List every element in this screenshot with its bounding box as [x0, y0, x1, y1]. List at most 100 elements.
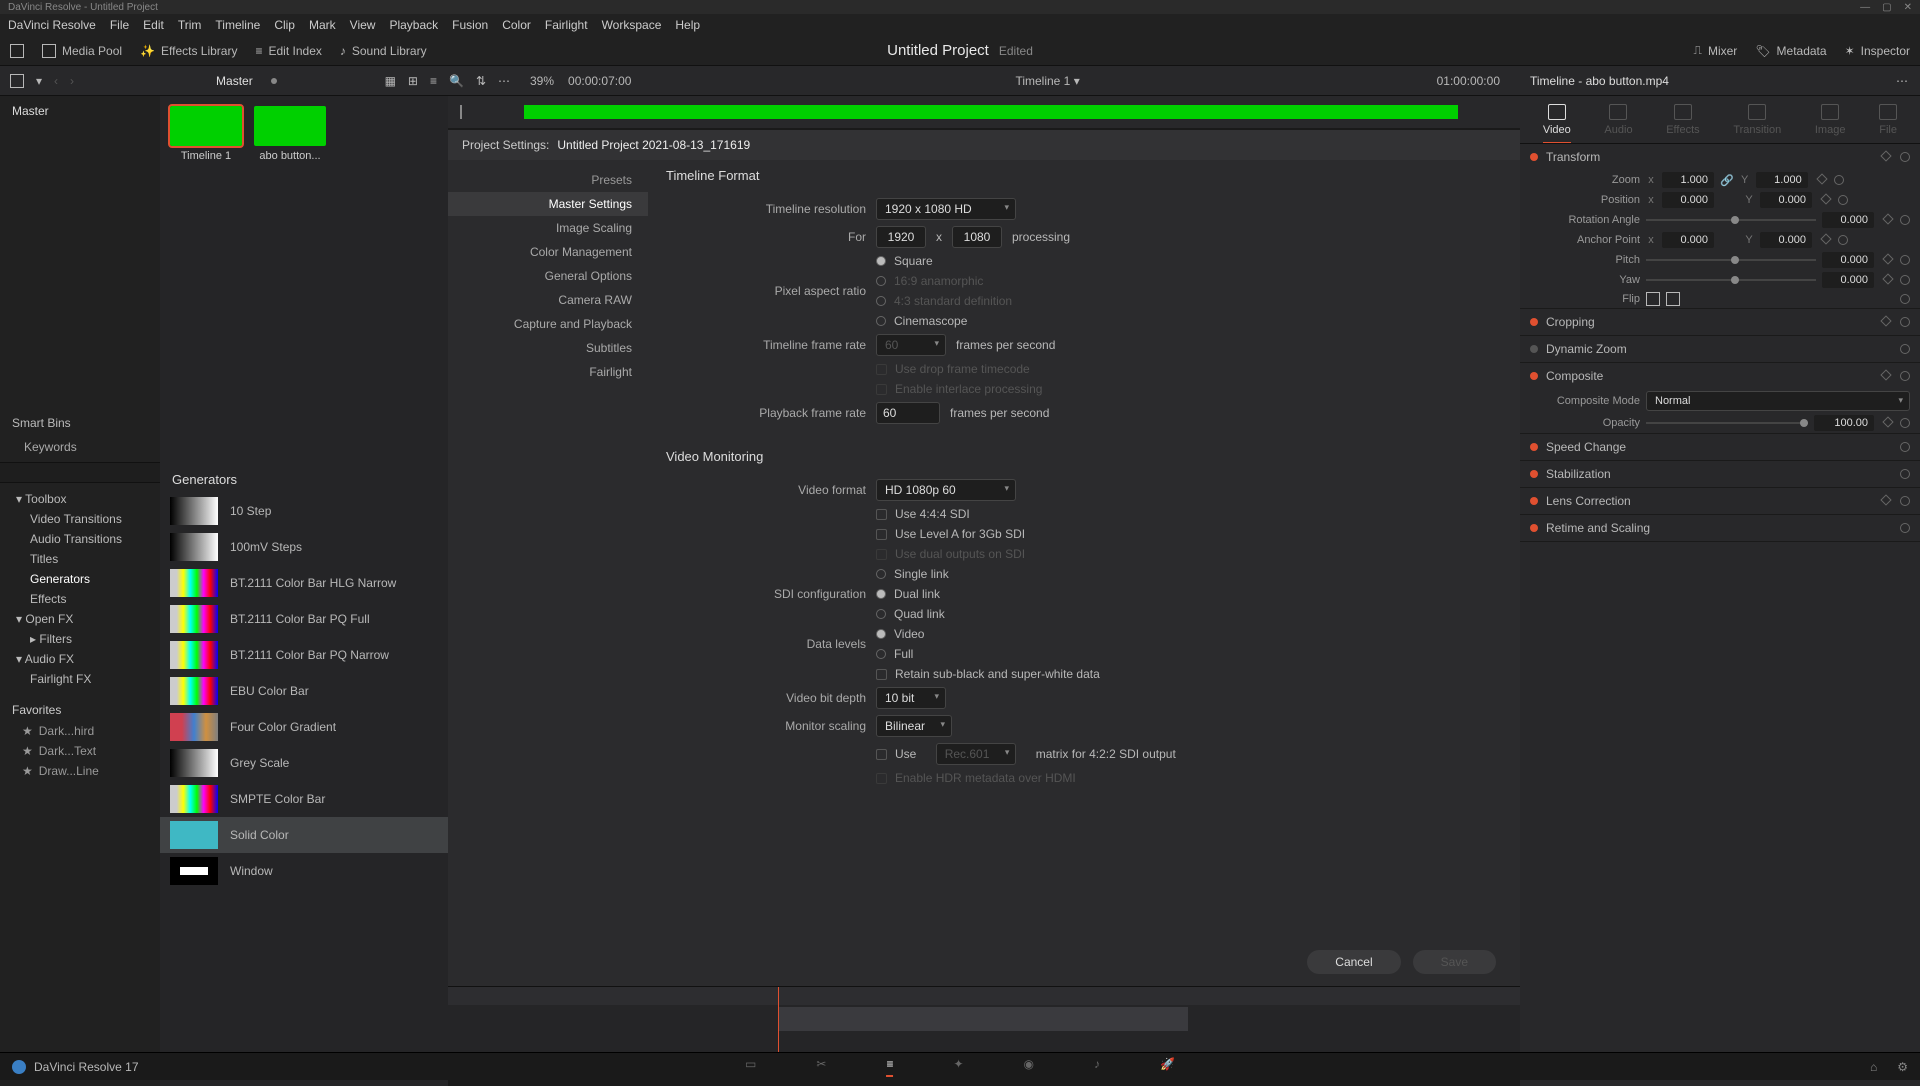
page-cut[interactable]: ✂: [816, 1057, 826, 1077]
playback-framerate-input[interactable]: 60: [876, 402, 940, 424]
smart-bins-header[interactable]: Smart Bins: [0, 406, 160, 434]
tab-file[interactable]: File: [1879, 104, 1897, 143]
timeline-area[interactable]: [448, 986, 1520, 1056]
search-icon[interactable]: 🔍: [449, 74, 464, 88]
reset-icon[interactable]: [1900, 371, 1910, 381]
keyframe-icon[interactable]: [1880, 494, 1891, 505]
reset-icon[interactable]: [1838, 195, 1848, 205]
menu-clip[interactable]: Clip: [274, 18, 295, 32]
playhead[interactable]: [778, 987, 779, 1056]
use-matrix-check[interactable]: Use Rec.601 matrix for 4:2:2 SDI output: [666, 740, 1502, 768]
dl-full[interactable]: Full: [876, 647, 924, 661]
zoom-level[interactable]: 39%: [530, 74, 554, 88]
menu-davinci[interactable]: DaVinci Resolve: [8, 18, 96, 32]
par-square[interactable]: Square: [876, 254, 1012, 268]
sdi-single[interactable]: Single link: [876, 567, 949, 581]
video-format-select[interactable]: HD 1080p 60: [876, 479, 1016, 501]
menu-playback[interactable]: Playback: [389, 18, 438, 32]
tab-video[interactable]: Video: [1543, 104, 1571, 143]
tab-audio[interactable]: Audio: [1604, 104, 1632, 143]
menu-workspace[interactable]: Workspace: [602, 18, 662, 32]
composite-mode-select[interactable]: Normal: [1646, 391, 1910, 411]
dl-video[interactable]: Video: [876, 627, 924, 641]
nav-subtitles[interactable]: Subtitles: [448, 336, 648, 360]
metadata-button[interactable]: 🏷Metadata: [1755, 43, 1826, 58]
nav-prev-icon[interactable]: ‹: [54, 74, 58, 88]
pitch-slider[interactable]: [1646, 259, 1816, 261]
nav-presets[interactable]: Presets: [448, 168, 648, 192]
keyframe-icon[interactable]: [1882, 213, 1893, 224]
keyframe-icon[interactable]: [1820, 193, 1831, 204]
fav-item[interactable]: ★ Draw...Line: [0, 761, 160, 781]
home-icon[interactable]: ⌂: [1870, 1060, 1877, 1074]
menu-fusion[interactable]: Fusion: [452, 18, 488, 32]
sort-icon[interactable]: ⇅: [476, 74, 486, 88]
timeline-resolution-select[interactable]: 1920 x 1080 HD: [876, 198, 1016, 220]
gen-fourcolor[interactable]: Four Color Gradient: [160, 709, 448, 745]
rotation-input[interactable]: 0.000: [1822, 212, 1874, 228]
minimize-icon[interactable]: —: [1860, 2, 1870, 13]
opacity-input[interactable]: 100.00: [1814, 415, 1874, 431]
rotation-slider[interactable]: [1646, 219, 1816, 221]
save-button[interactable]: Save: [1413, 950, 1496, 974]
flip-h-icon[interactable]: [1646, 292, 1660, 306]
page-edit[interactable]: ≡: [886, 1057, 893, 1077]
cancel-button[interactable]: Cancel: [1307, 950, 1400, 974]
gen-bt-pqnarrow[interactable]: BT.2111 Color Bar PQ Narrow: [160, 637, 448, 673]
menu-edit[interactable]: Edit: [143, 18, 164, 32]
clip-timeline1[interactable]: Timeline 1: [170, 106, 242, 162]
reset-icon[interactable]: [1900, 152, 1910, 162]
keywords-bin[interactable]: Keywords: [0, 434, 160, 460]
yaw-slider[interactable]: [1646, 279, 1816, 281]
sdi-dual[interactable]: Dual link: [876, 587, 949, 601]
bitdepth-select[interactable]: 10 bit: [876, 687, 946, 709]
thumb-view-icon[interactable]: ▦: [385, 74, 396, 88]
scrub-track[interactable]: [524, 105, 1458, 119]
close-icon[interactable]: ✕: [1904, 2, 1912, 13]
nav-capture-playback[interactable]: Capture and Playback: [448, 312, 648, 336]
page-deliver[interactable]: 🚀: [1160, 1057, 1175, 1077]
sdi-quad[interactable]: Quad link: [876, 607, 949, 621]
anchor-x-input[interactable]: 0.000: [1662, 232, 1714, 248]
reset-icon[interactable]: [1838, 235, 1848, 245]
keyframe-icon[interactable]: [1880, 150, 1891, 161]
link-icon[interactable]: 🔗: [1720, 174, 1734, 187]
par-cine[interactable]: Cinemascope: [876, 314, 1012, 328]
nav-fairlight[interactable]: Fairlight: [448, 360, 648, 384]
gen-smpte[interactable]: SMPTE Color Bar: [160, 781, 448, 817]
height-input[interactable]: 1080: [952, 226, 1002, 248]
gen-bt-hlg[interactable]: BT.2111 Color Bar HLG Narrow: [160, 565, 448, 601]
toolbox-header[interactable]: ▾ Toolbox: [0, 489, 160, 509]
page-media[interactable]: ▭: [745, 1057, 756, 1077]
menu-file[interactable]: File: [110, 18, 129, 32]
reset-icon[interactable]: [1900, 255, 1910, 265]
titles[interactable]: Titles: [0, 549, 160, 569]
yaw-input[interactable]: 0.000: [1822, 272, 1874, 288]
nav-master-settings[interactable]: Master Settings: [448, 192, 648, 216]
page-color[interactable]: ◉: [1024, 1057, 1034, 1077]
reset-icon[interactable]: [1900, 344, 1910, 354]
reset-icon[interactable]: [1900, 469, 1910, 479]
timeline-name[interactable]: Timeline 1 ▾: [645, 74, 1079, 88]
pos-y-input[interactable]: 0.000: [1760, 192, 1812, 208]
edit-index-button[interactable]: ≡Edit Index: [255, 44, 321, 58]
opacity-slider[interactable]: [1646, 422, 1808, 424]
gen-ebu[interactable]: EBU Color Bar: [160, 673, 448, 709]
gen-window[interactable]: Window: [160, 853, 448, 889]
gen-100mv[interactable]: 100mV Steps: [160, 529, 448, 565]
pitch-input[interactable]: 0.000: [1822, 252, 1874, 268]
gen-10step[interactable]: 10 Step: [160, 493, 448, 529]
layout-icon[interactable]: [10, 44, 24, 58]
keyframe-icon[interactable]: [1882, 416, 1893, 427]
menu-view[interactable]: View: [350, 18, 376, 32]
zoom-x-input[interactable]: 1.000: [1662, 172, 1714, 188]
menu-timeline[interactable]: Timeline: [215, 18, 260, 32]
level-a-check[interactable]: Use Level A for 3Gb SDI: [666, 524, 1502, 544]
page-fairlight[interactable]: ♪: [1094, 1057, 1100, 1077]
media-pool-button[interactable]: Media Pool: [42, 44, 122, 58]
reset-icon[interactable]: [1900, 523, 1910, 533]
keyframe-icon[interactable]: [1880, 315, 1891, 326]
keyframe-icon[interactable]: [1880, 369, 1891, 380]
audio-transitions[interactable]: Audio Transitions: [0, 529, 160, 549]
cropping-header[interactable]: Cropping: [1520, 309, 1920, 335]
